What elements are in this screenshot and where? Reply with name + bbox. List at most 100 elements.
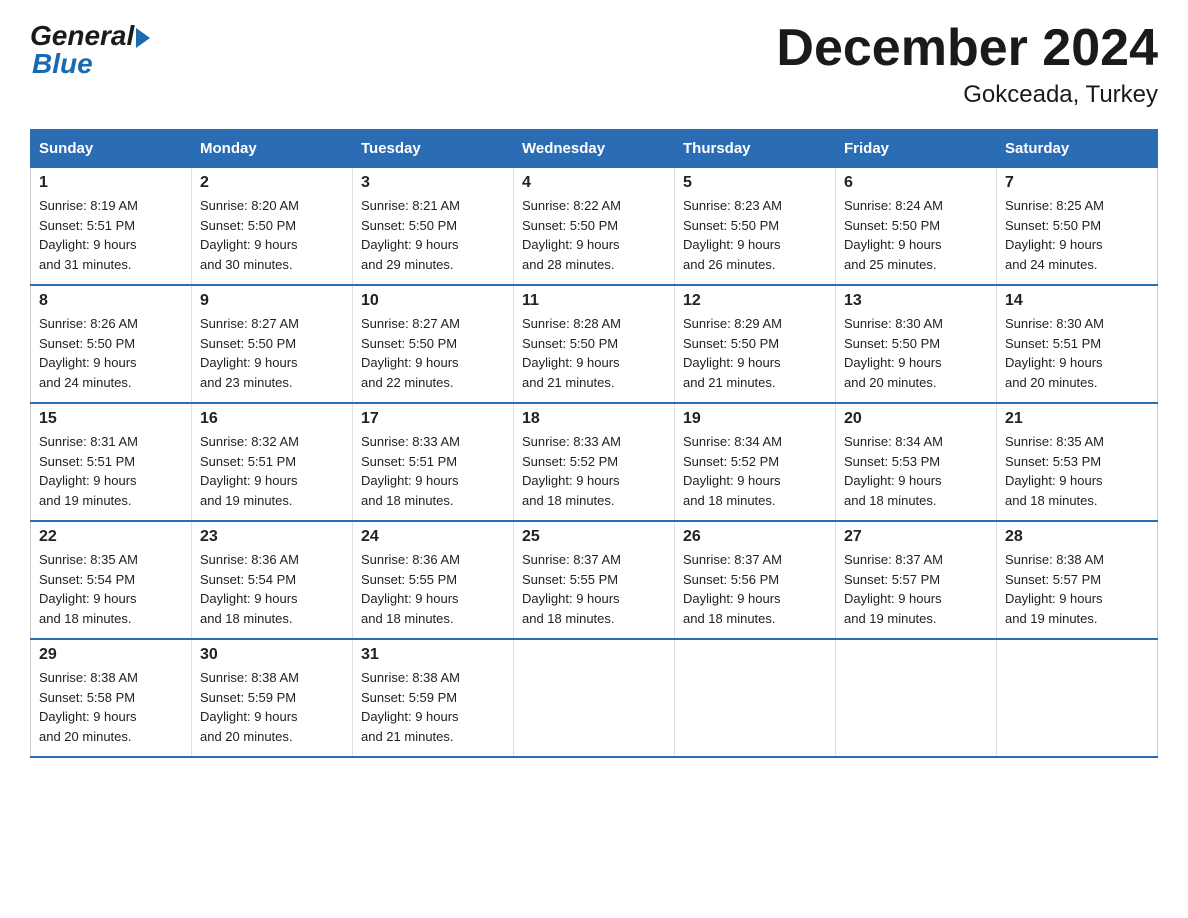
daylight-label: Daylight: 9 hours <box>522 591 620 606</box>
sunset-label: Sunset: 5:50 PM <box>361 336 457 351</box>
sunset-label: Sunset: 5:52 PM <box>683 454 779 469</box>
day-info: Sunrise: 8:30 AM Sunset: 5:50 PM Dayligh… <box>844 314 988 392</box>
daylight-minutes: and 30 minutes. <box>200 257 293 272</box>
sunrise-label: Sunrise: 8:29 AM <box>683 316 782 331</box>
sunrise-label: Sunrise: 8:33 AM <box>522 434 621 449</box>
day-info: Sunrise: 8:32 AM Sunset: 5:51 PM Dayligh… <box>200 432 344 510</box>
sunrise-label: Sunrise: 8:38 AM <box>361 670 460 685</box>
day-info: Sunrise: 8:37 AM Sunset: 5:56 PM Dayligh… <box>683 550 827 628</box>
daylight-minutes: and 18 minutes. <box>844 493 937 508</box>
daylight-label: Daylight: 9 hours <box>39 237 137 252</box>
day-info: Sunrise: 8:25 AM Sunset: 5:50 PM Dayligh… <box>1005 196 1149 274</box>
day-number: 18 <box>522 410 666 428</box>
sunrise-label: Sunrise: 8:36 AM <box>200 552 299 567</box>
calendar-day-cell: 21 Sunrise: 8:35 AM Sunset: 5:53 PM Dayl… <box>997 403 1158 521</box>
day-info: Sunrise: 8:19 AM Sunset: 5:51 PM Dayligh… <box>39 196 183 274</box>
calendar-day-cell: 7 Sunrise: 8:25 AM Sunset: 5:50 PM Dayli… <box>997 168 1158 286</box>
daylight-label: Daylight: 9 hours <box>1005 355 1103 370</box>
daylight-minutes: and 20 minutes. <box>1005 375 1098 390</box>
sunset-label: Sunset: 5:50 PM <box>39 336 135 351</box>
daylight-label: Daylight: 9 hours <box>522 473 620 488</box>
weekday-header-wednesday: Wednesday <box>514 130 675 168</box>
calendar-day-cell: 17 Sunrise: 8:33 AM Sunset: 5:51 PM Dayl… <box>353 403 514 521</box>
calendar-day-cell <box>675 639 836 757</box>
sunset-label: Sunset: 5:50 PM <box>844 218 940 233</box>
day-number: 5 <box>683 174 827 192</box>
daylight-minutes: and 24 minutes. <box>39 375 132 390</box>
daylight-label: Daylight: 9 hours <box>39 473 137 488</box>
sunset-label: Sunset: 5:53 PM <box>844 454 940 469</box>
daylight-minutes: and 18 minutes. <box>361 611 454 626</box>
calendar-day-cell <box>514 639 675 757</box>
sunrise-label: Sunrise: 8:31 AM <box>39 434 138 449</box>
day-number: 28 <box>1005 528 1149 546</box>
day-info: Sunrise: 8:20 AM Sunset: 5:50 PM Dayligh… <box>200 196 344 274</box>
sunset-label: Sunset: 5:51 PM <box>39 218 135 233</box>
day-number: 19 <box>683 410 827 428</box>
daylight-minutes: and 18 minutes. <box>683 493 776 508</box>
daylight-label: Daylight: 9 hours <box>1005 473 1103 488</box>
day-info: Sunrise: 8:37 AM Sunset: 5:57 PM Dayligh… <box>844 550 988 628</box>
sunset-label: Sunset: 5:51 PM <box>361 454 457 469</box>
sunrise-label: Sunrise: 8:34 AM <box>844 434 943 449</box>
day-number: 20 <box>844 410 988 428</box>
sunset-label: Sunset: 5:55 PM <box>361 572 457 587</box>
sunrise-label: Sunrise: 8:25 AM <box>1005 198 1104 213</box>
day-number: 11 <box>522 292 666 310</box>
weekday-header-tuesday: Tuesday <box>353 130 514 168</box>
day-info: Sunrise: 8:35 AM Sunset: 5:53 PM Dayligh… <box>1005 432 1149 510</box>
calendar-day-cell: 19 Sunrise: 8:34 AM Sunset: 5:52 PM Dayl… <box>675 403 836 521</box>
day-info: Sunrise: 8:38 AM Sunset: 5:59 PM Dayligh… <box>361 668 505 746</box>
daylight-minutes: and 18 minutes. <box>522 493 615 508</box>
daylight-minutes: and 19 minutes. <box>39 493 132 508</box>
day-number: 30 <box>200 646 344 664</box>
logo-blue-text: Blue <box>30 48 93 80</box>
page-header: General Blue December 2024 Gokceada, Tur… <box>30 20 1158 109</box>
daylight-label: Daylight: 9 hours <box>200 355 298 370</box>
sunset-label: Sunset: 5:53 PM <box>1005 454 1101 469</box>
sunset-label: Sunset: 5:51 PM <box>39 454 135 469</box>
sunrise-label: Sunrise: 8:26 AM <box>39 316 138 331</box>
daylight-minutes: and 21 minutes. <box>361 729 454 744</box>
sunrise-label: Sunrise: 8:38 AM <box>1005 552 1104 567</box>
calendar-day-cell: 5 Sunrise: 8:23 AM Sunset: 5:50 PM Dayli… <box>675 168 836 286</box>
day-info: Sunrise: 8:34 AM Sunset: 5:52 PM Dayligh… <box>683 432 827 510</box>
daylight-minutes: and 18 minutes. <box>361 493 454 508</box>
sunset-label: Sunset: 5:51 PM <box>1005 336 1101 351</box>
daylight-label: Daylight: 9 hours <box>1005 237 1103 252</box>
calendar-week-row: 1 Sunrise: 8:19 AM Sunset: 5:51 PM Dayli… <box>31 168 1158 286</box>
sunrise-label: Sunrise: 8:34 AM <box>683 434 782 449</box>
day-info: Sunrise: 8:34 AM Sunset: 5:53 PM Dayligh… <box>844 432 988 510</box>
daylight-label: Daylight: 9 hours <box>361 591 459 606</box>
calendar-day-cell <box>997 639 1158 757</box>
calendar-day-cell: 16 Sunrise: 8:32 AM Sunset: 5:51 PM Dayl… <box>192 403 353 521</box>
sunset-label: Sunset: 5:51 PM <box>200 454 296 469</box>
sunset-label: Sunset: 5:56 PM <box>683 572 779 587</box>
sunset-label: Sunset: 5:50 PM <box>683 218 779 233</box>
daylight-minutes: and 20 minutes. <box>200 729 293 744</box>
day-info: Sunrise: 8:35 AM Sunset: 5:54 PM Dayligh… <box>39 550 183 628</box>
day-number: 15 <box>39 410 183 428</box>
calendar-day-cell: 12 Sunrise: 8:29 AM Sunset: 5:50 PM Dayl… <box>675 285 836 403</box>
sunrise-label: Sunrise: 8:21 AM <box>361 198 460 213</box>
calendar-day-cell: 4 Sunrise: 8:22 AM Sunset: 5:50 PM Dayli… <box>514 168 675 286</box>
day-number: 12 <box>683 292 827 310</box>
calendar-day-cell: 27 Sunrise: 8:37 AM Sunset: 5:57 PM Dayl… <box>836 521 997 639</box>
calendar-day-cell: 26 Sunrise: 8:37 AM Sunset: 5:56 PM Dayl… <box>675 521 836 639</box>
sunrise-label: Sunrise: 8:22 AM <box>522 198 621 213</box>
daylight-label: Daylight: 9 hours <box>200 473 298 488</box>
daylight-minutes: and 19 minutes. <box>1005 611 1098 626</box>
day-info: Sunrise: 8:22 AM Sunset: 5:50 PM Dayligh… <box>522 196 666 274</box>
daylight-minutes: and 24 minutes. <box>1005 257 1098 272</box>
sunset-label: Sunset: 5:57 PM <box>1005 572 1101 587</box>
page-title: December 2024 <box>776 20 1158 77</box>
day-number: 25 <box>522 528 666 546</box>
day-info: Sunrise: 8:36 AM Sunset: 5:54 PM Dayligh… <box>200 550 344 628</box>
day-info: Sunrise: 8:30 AM Sunset: 5:51 PM Dayligh… <box>1005 314 1149 392</box>
calendar-day-cell: 1 Sunrise: 8:19 AM Sunset: 5:51 PM Dayli… <box>31 168 192 286</box>
daylight-minutes: and 20 minutes. <box>844 375 937 390</box>
sunset-label: Sunset: 5:57 PM <box>844 572 940 587</box>
weekday-header-saturday: Saturday <box>997 130 1158 168</box>
sunrise-label: Sunrise: 8:35 AM <box>1005 434 1104 449</box>
day-number: 10 <box>361 292 505 310</box>
